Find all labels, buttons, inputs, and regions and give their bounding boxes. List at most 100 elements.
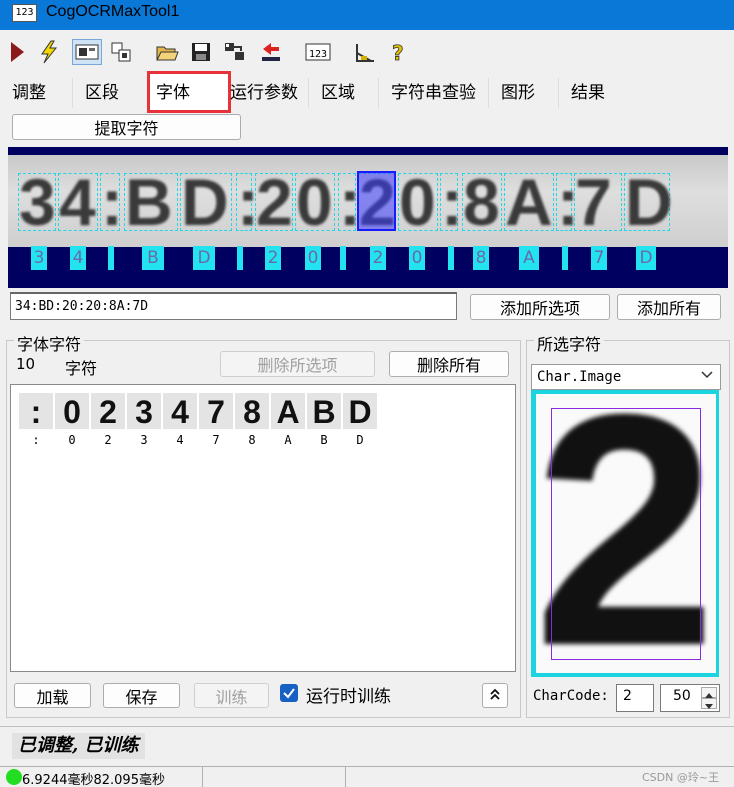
- font-character-list[interactable]: ::002233447788AABBDD: [10, 384, 516, 672]
- bottom-status-bar: 6.9244毫秒82.095毫秒 CSDN @玲~王: [0, 766, 734, 787]
- segment-char: :: [101, 165, 123, 239]
- font-glyph[interactable]: 0: [55, 393, 89, 430]
- timing-text: 6.9244毫秒82.095毫秒: [22, 773, 165, 787]
- status-message: 已调整, 已训练: [12, 733, 145, 759]
- segment-label: 8: [473, 246, 489, 270]
- train-button[interactable]: 训练: [194, 683, 269, 708]
- tab-run-params[interactable]: 运行参数: [230, 78, 308, 108]
- save-icon[interactable]: [188, 39, 214, 65]
- segment-label: [562, 246, 568, 270]
- image-display-icon[interactable]: [72, 39, 102, 65]
- segment-label: D: [193, 246, 215, 270]
- font-glyph-label: B: [320, 433, 328, 447]
- train-on-run-checkbox[interactable]: [280, 684, 298, 702]
- font-glyph-label: 7: [212, 433, 220, 447]
- tab-region[interactable]: 区域: [308, 78, 378, 108]
- font-glyph-label: 4: [176, 433, 184, 447]
- selected-character-title: 所选字符: [534, 331, 605, 355]
- font-glyph[interactable]: D: [343, 393, 377, 430]
- spin-value: 50: [673, 688, 691, 704]
- segment-label: [448, 246, 454, 270]
- font-glyph[interactable]: A: [271, 393, 305, 430]
- tab-segment[interactable]: 区段: [72, 78, 146, 108]
- font-glyph-label: D: [356, 433, 364, 447]
- segment-label: 3: [31, 246, 47, 270]
- help-icon[interactable]: ?: [386, 39, 412, 65]
- app-icon: 123: [12, 4, 37, 22]
- tool-windows-icon[interactable]: [108, 39, 134, 65]
- spin-up-icon[interactable]: [701, 687, 717, 698]
- spin-field[interactable]: 50: [660, 684, 720, 712]
- segment-label: 0: [305, 246, 321, 270]
- import-icon[interactable]: [258, 39, 284, 65]
- toolbar: 123 ?: [0, 30, 734, 72]
- delete-selected-button[interactable]: 删除所选项: [220, 351, 375, 377]
- font-glyph-label: 3: [140, 433, 148, 447]
- tab-results[interactable]: 结果: [558, 78, 630, 108]
- tab-string-verify[interactable]: 字符串查验: [378, 78, 488, 108]
- font-glyph[interactable]: 2: [91, 393, 125, 430]
- ocr-123-icon[interactable]: 123: [304, 39, 332, 65]
- extract-characters-button[interactable]: 提取字符: [12, 114, 241, 140]
- font-glyph[interactable]: B: [307, 393, 341, 430]
- segment-label: 7: [591, 246, 607, 270]
- selected-segment-box[interactable]: [357, 171, 396, 231]
- charcode-label: CharCode:: [533, 688, 609, 704]
- svg-text:?: ?: [392, 41, 404, 63]
- tab-strip: 调整 区段 字体 运行参数 区域 字符串查验 图形 结果: [0, 78, 734, 108]
- segment-char: :: [441, 165, 463, 239]
- segment-char: A: [505, 165, 553, 239]
- tab-adjust[interactable]: 调整: [0, 78, 72, 108]
- font-glyph-label: 0: [68, 433, 76, 447]
- add-selected-button[interactable]: 添加所选项: [470, 294, 610, 320]
- segment-label: [108, 246, 114, 270]
- add-all-button[interactable]: 添加所有: [617, 294, 721, 320]
- tab-font[interactable]: 字体: [146, 78, 230, 108]
- charcode-field[interactable]: 2: [616, 684, 654, 712]
- segment-label: [340, 246, 346, 270]
- tab-graphics[interactable]: 图形: [488, 78, 558, 108]
- segment-char: 7: [575, 165, 612, 239]
- font-glyph-label: A: [284, 433, 292, 447]
- collapse-button[interactable]: [482, 683, 508, 708]
- segment-label: D: [636, 246, 656, 270]
- selected-char-bbox: [551, 408, 701, 660]
- status-led-icon: [6, 769, 22, 785]
- segment-label: [237, 246, 243, 270]
- segment-char: 4: [59, 165, 96, 239]
- delete-all-button[interactable]: 删除所有: [389, 351, 509, 377]
- segment-char: 2: [256, 165, 293, 239]
- spin-down-icon[interactable]: [701, 698, 717, 709]
- segment-char: 8: [463, 165, 500, 239]
- font-glyph[interactable]: 3: [127, 393, 161, 430]
- segment-label: 0: [409, 246, 425, 270]
- save-button[interactable]: 保存: [103, 683, 180, 708]
- font-glyph[interactable]: 7: [199, 393, 233, 430]
- watermark: CSDN @玲~王: [642, 771, 720, 784]
- segment-label: A: [519, 246, 539, 270]
- export-icon[interactable]: [222, 39, 248, 65]
- font-glyph[interactable]: :: [19, 393, 53, 430]
- run-icon[interactable]: [4, 39, 30, 65]
- svg-text:123: 123: [309, 49, 327, 60]
- open-icon[interactable]: [154, 39, 180, 65]
- calibration-icon[interactable]: [352, 39, 378, 65]
- segment-char: 3: [19, 165, 56, 239]
- lightning-icon[interactable]: [36, 39, 62, 65]
- status-divider: [345, 767, 346, 787]
- result-text-field[interactable]: 34:BD:20:20:8A:7D: [10, 292, 457, 320]
- train-on-run-label: 运行时训练: [306, 687, 391, 707]
- load-button[interactable]: 加载: [14, 683, 91, 708]
- segment-label: B: [142, 246, 164, 270]
- font-glyph-label: 8: [248, 433, 256, 447]
- font-glyph[interactable]: 4: [163, 393, 197, 430]
- font-glyph[interactable]: 8: [235, 393, 269, 430]
- segment-char: D: [625, 165, 673, 239]
- segment-char: 0: [399, 165, 436, 239]
- segment-label: 2: [265, 246, 281, 270]
- font-char-count-label: 字符: [65, 359, 98, 378]
- segment-label: 2: [370, 246, 386, 270]
- segment-char: B: [125, 165, 173, 239]
- font-char-count: 10: [16, 355, 36, 373]
- window-title: CogOCRMaxTool1: [46, 3, 180, 20]
